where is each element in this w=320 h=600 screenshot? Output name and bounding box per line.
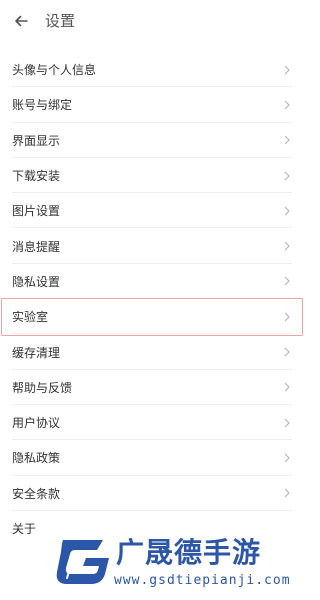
chevron-right-icon: [282, 310, 292, 324]
settings-item-download-install[interactable]: 下载安装: [0, 158, 304, 194]
chevron-right-icon: [282, 345, 292, 359]
settings-item-label: 隐私设置: [12, 274, 61, 289]
watermark-url: www.gsdtiepianji.com: [114, 573, 291, 588]
settings-item-account-binding[interactable]: 账号与绑定: [0, 87, 304, 123]
settings-item-label: 隐私政策: [12, 451, 61, 466]
settings-item-privacy-policy[interactable]: 隐私政策: [0, 440, 304, 476]
chevron-right-icon: [282, 239, 292, 253]
settings-list: 头像与个人信息 账号与绑定 界面显示 下载安装 图片设置 消息提醒 隐私设置 实…: [0, 52, 304, 546]
page-title: 设置: [45, 12, 76, 30]
watermark-logo-icon: [56, 540, 109, 584]
back-arrow-icon: [15, 15, 28, 27]
settings-item-label: 消息提醒: [12, 239, 61, 254]
settings-item-avatar-profile[interactable]: 头像与个人信息: [0, 52, 304, 88]
chevron-right-icon: [282, 380, 292, 394]
settings-item-label: 帮助与反馈: [12, 380, 73, 395]
settings-item-notifications[interactable]: 消息提醒: [0, 228, 304, 265]
settings-item-display[interactable]: 界面显示: [0, 123, 304, 159]
chevron-right-icon: [282, 416, 292, 430]
settings-item-label: 安全条款: [12, 486, 61, 501]
settings-item-privacy[interactable]: 隐私设置: [0, 264, 304, 300]
chevron-right-icon: [282, 63, 292, 77]
chevron-right-icon: [282, 204, 292, 218]
watermark-title: 广晟德手游: [116, 536, 262, 569]
settings-item-label: 界面显示: [12, 133, 61, 148]
chevron-right-icon: [282, 274, 292, 288]
watermark: 广晟德手游 www.gsdtiepianji.com: [53, 528, 304, 600]
chevron-right-icon: [282, 169, 292, 183]
chevron-right-icon: [282, 98, 292, 112]
settings-item-label: 缓存清理: [12, 345, 61, 360]
settings-item-label: 用户协议: [12, 416, 61, 431]
chevron-right-icon: [282, 133, 292, 147]
settings-item-lab[interactable]: 实验室: [0, 299, 304, 335]
settings-item-help-feedback[interactable]: 帮助与反馈: [0, 370, 304, 406]
settings-item-user-agreement[interactable]: 用户协议: [0, 405, 304, 441]
chevron-right-icon: [282, 486, 292, 500]
settings-item-label: 下载安装: [12, 169, 61, 184]
settings-item-security-terms[interactable]: 安全条款: [0, 476, 304, 512]
back-button[interactable]: [8, 8, 34, 34]
settings-item-label: 账号与绑定: [12, 98, 73, 113]
chevron-right-icon: [282, 451, 292, 465]
settings-item-label: 实验室: [12, 310, 49, 325]
settings-item-label: 头像与个人信息: [12, 63, 97, 78]
settings-item-label: 图片设置: [12, 204, 61, 219]
settings-item-label: 关于: [12, 522, 37, 536]
settings-item-image[interactable]: 图片设置: [0, 193, 304, 229]
settings-item-cache-clear[interactable]: 缓存清理: [0, 334, 304, 370]
app-header: 设置: [0, 0, 304, 42]
